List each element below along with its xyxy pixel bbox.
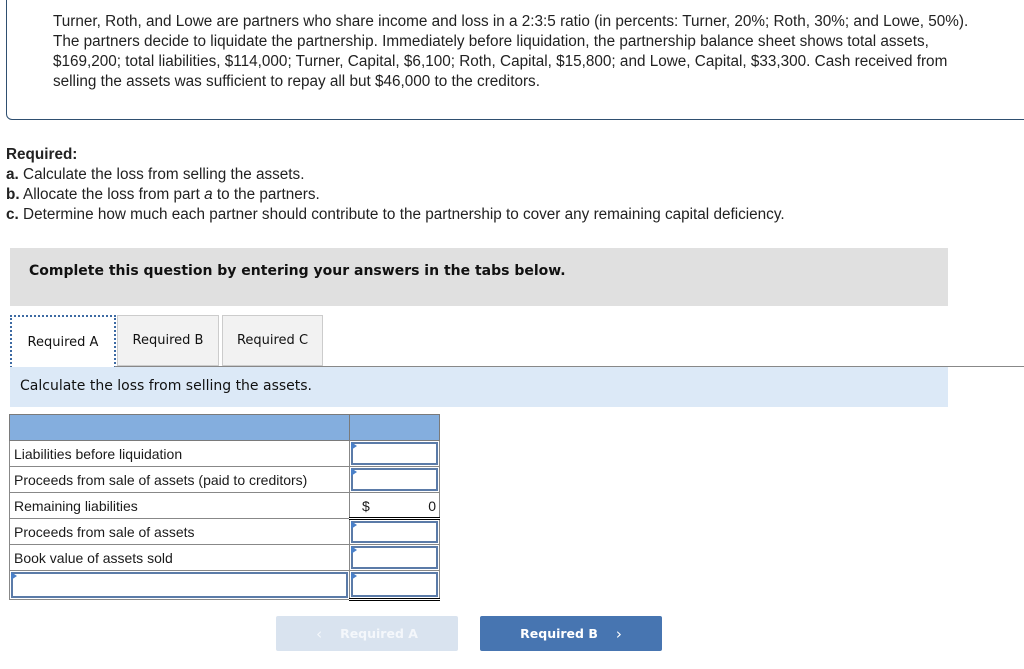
book-value-input[interactable] [351,546,438,569]
table-row: Remaining liabilities $ 0 [9,492,440,520]
table-header-row [9,414,440,441]
required-item-b: b. Allocate the loss from part a to the … [6,186,320,203]
liabilities-before-input[interactable] [351,442,438,465]
required-item-a: a. Calculate the loss from selling the a… [6,166,305,183]
row-label: Remaining liabilities [9,492,350,519]
chevron-right-icon: › [615,624,622,643]
required-heading: Required: [6,146,78,163]
table-row [9,570,440,601]
required-section: Required: a. Calculate the loss from sel… [6,145,785,225]
result-value-input[interactable] [351,572,438,597]
currency-symbol: $ [362,498,370,514]
table-row: Proceeds from sale of assets [9,518,440,545]
previous-tab-button[interactable]: ‹ Required A [276,616,458,651]
tab-required-a[interactable]: Required A [10,315,116,368]
remaining-liabilities-value: $ 0 [349,492,440,520]
row-label: Book value of assets sold [9,544,350,571]
row-label: Proceeds from sale of assets [9,518,350,545]
tab-required-c[interactable]: Required C [222,315,323,366]
table-row: Proceeds from sale of assets (paid to cr… [9,466,440,493]
tab-instruction: Calculate the loss from selling the asse… [10,367,948,407]
instructions-banner: Complete this question by entering your … [10,248,948,306]
row-label: Liabilities before liquidation [9,440,350,467]
proceeds-paid-input[interactable] [351,468,438,491]
loss-calculation-table: Liabilities before liquidation Proceeds … [9,414,440,601]
required-item-c: c. Determine how much each partner shoul… [6,206,785,223]
table-row: Liabilities before liquidation [9,440,440,467]
problem-statement: Turner, Roth, and Lowe are partners who … [53,13,969,90]
row-label: Proceeds from sale of assets (paid to cr… [9,466,350,493]
next-tab-button[interactable]: Required B › [480,616,662,651]
table-row: Book value of assets sold [9,544,440,571]
chevron-left-icon: ‹ [316,624,323,643]
proceeds-sale-input[interactable] [351,521,438,543]
tab-required-b[interactable]: Required B [117,315,219,366]
result-label-dropdown[interactable] [11,572,348,598]
computed-value: 0 [428,498,436,514]
